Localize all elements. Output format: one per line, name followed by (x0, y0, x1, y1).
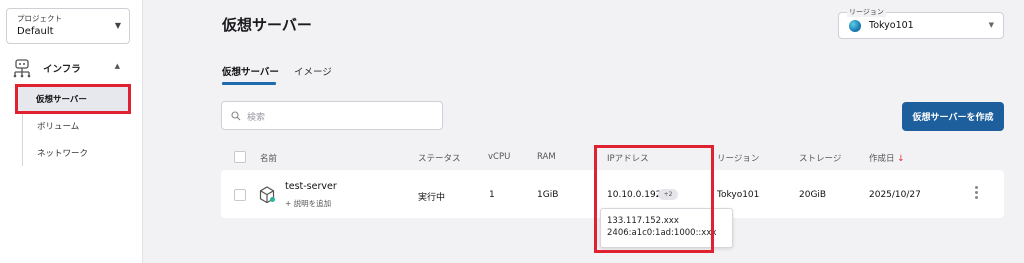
tab-images[interactable]: イメージ (294, 64, 332, 78)
chevron-up-icon[interactable]: ▲ (115, 62, 120, 70)
column-header-ram[interactable]: RAM (537, 152, 556, 162)
row-checkbox[interactable] (234, 189, 246, 201)
sidebar-item-networks[interactable]: ネットワーク (23, 140, 133, 166)
infra-icon (13, 59, 31, 78)
sidebar-item-label: 仮想サーバー (36, 95, 87, 105)
row-actions-menu-icon[interactable] (975, 186, 979, 202)
region-select[interactable]: リージョン Tokyo101 ▼ (838, 7, 1004, 39)
sidebar-item-label: ボリューム (37, 122, 80, 132)
sidebar-item-virtual-servers[interactable]: 仮想サーバー (15, 84, 131, 114)
sort-desc-icon: ↓ (897, 154, 905, 164)
column-header-status[interactable]: ステータス (418, 152, 461, 164)
status-running-indicator (270, 197, 275, 202)
column-header-region[interactable]: リージョン (717, 152, 759, 164)
ip-column-highlight (594, 145, 714, 253)
project-select[interactable]: プロジェクト Default ▼ (6, 8, 130, 44)
active-tab-indicator (222, 82, 276, 85)
column-header-created[interactable]: 作成日 ↓ (869, 152, 904, 164)
caret-down-icon: ▼ (114, 21, 121, 30)
project-select-label: プロジェクト (17, 14, 62, 23)
sidebar: プロジェクト Default ▼ インフラ ▲ 仮想サーバー ボリューム ネット… (0, 0, 143, 263)
sidebar-item-label: ネットワーク (37, 149, 89, 159)
search-input[interactable]: 検索 (221, 101, 443, 130)
created-cell: 2025/10/27 (869, 190, 921, 200)
nav-section-infra[interactable]: インフラ ▲ (8, 56, 132, 80)
column-header-storage[interactable]: ストレージ (799, 152, 841, 164)
globe-icon (849, 20, 861, 32)
page-title: 仮想サーバー (222, 16, 312, 34)
server-name-link[interactable]: test-server (285, 181, 337, 192)
add-description-link[interactable]: + 説明を追加 (285, 198, 331, 209)
region-cell: Tokyo101 (717, 190, 760, 200)
sidebar-item-volumes[interactable]: ボリューム (23, 113, 133, 139)
status-cell: 実行中 (418, 193, 446, 203)
caret-down-icon: ▼ (988, 21, 994, 29)
region-select-label: リージョン (847, 7, 886, 17)
ram-cell: 1GiB (537, 190, 559, 200)
column-header-created-label: 作成日 (869, 154, 895, 164)
select-all-checkbox[interactable] (234, 151, 246, 163)
nav-section-label: インフラ (43, 64, 81, 75)
vcpu-cell: 1 (489, 190, 495, 200)
column-header-name[interactable]: 名前 (260, 152, 277, 164)
region-select-value: Tokyo101 (869, 20, 914, 31)
create-server-button[interactable]: 仮想サーバーを作成 (902, 102, 1004, 131)
storage-cell: 20GiB (799, 190, 827, 200)
project-select-value: Default (17, 26, 54, 37)
tab-virtual-servers[interactable]: 仮想サーバー (222, 64, 279, 78)
column-header-vcpu[interactable]: vCPU (488, 152, 510, 162)
search-icon (231, 111, 241, 121)
search-placeholder: 検索 (247, 113, 266, 123)
